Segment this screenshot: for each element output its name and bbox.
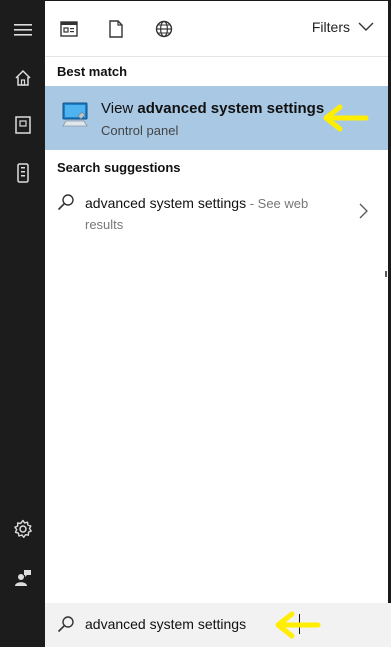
annotation-arrow-left-icon [320, 104, 370, 132]
settings-gear-icon[interactable] [0, 507, 45, 551]
search-box[interactable] [45, 603, 391, 647]
best-match-subtitle: Control panel [101, 123, 179, 138]
notebook-icon[interactable] [0, 103, 45, 147]
filters-label: Filters [311, 19, 350, 35]
filters-button[interactable]: Filters [312, 19, 374, 35]
monitor-settings-icon [60, 101, 90, 129]
annotation-arrow-left-icon [272, 611, 322, 639]
best-match-title-prefix: View [101, 100, 138, 117]
left-rail [0, 0, 45, 647]
home-icon[interactable] [0, 56, 45, 100]
best-match-title-bold: advanced system settings [137, 100, 325, 117]
hamburger-menu-icon[interactable] [0, 8, 45, 52]
suggestion-item[interactable]: advanced system settings - See web resul… [45, 187, 388, 237]
best-match-title: View advanced system settings [101, 100, 324, 117]
documents-icon[interactable] [105, 18, 127, 40]
scrollbar-thumb[interactable] [385, 271, 387, 277]
search-icon [57, 615, 75, 633]
best-match-result[interactable]: View advanced system settings Control pa… [45, 86, 388, 150]
suggestion-query: advanced system settings [85, 195, 247, 211]
best-match-heading: Best match [57, 64, 128, 79]
results-panel: Filters Best match View advanced system … [45, 1, 388, 603]
start-search-window: Filters Best match View advanced system … [0, 0, 391, 647]
suggestion-text: advanced system settings - See web resul… [85, 193, 345, 235]
toolbar: Filters [45, 1, 388, 57]
search-icon [57, 193, 75, 211]
chevron-right-icon [359, 203, 369, 219]
device-icon[interactable] [0, 151, 45, 195]
search-suggestions-heading: Search suggestions [57, 160, 181, 175]
suggestion-separator: - [246, 196, 258, 211]
apps-icon[interactable] [58, 18, 80, 40]
feedback-person-icon[interactable] [0, 556, 45, 600]
chevron-down-icon [358, 22, 374, 31]
web-globe-icon[interactable] [153, 18, 175, 40]
